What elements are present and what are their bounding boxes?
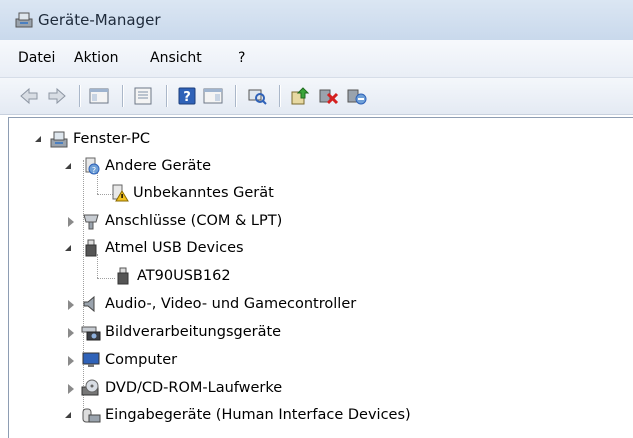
- menu-help[interactable]: ?: [236, 50, 247, 66]
- device-manager-icon: [15, 12, 33, 28]
- collapsed-arrow-icon[interactable]: [68, 217, 74, 227]
- toolbar-separator: [79, 85, 80, 107]
- title-bar: Geräte-Manager: [0, 0, 633, 40]
- scanner-camera-icon: [81, 326, 101, 341]
- tree-node-root[interactable]: Fenster-PC: [9, 128, 309, 152]
- tree-node-label: AT90USB162: [137, 268, 231, 284]
- tree-node-eingabe[interactable]: Eingabegeräte (Human Interface Devices): [9, 404, 449, 428]
- usb-device-icon: [85, 239, 97, 257]
- tree-node-unbekanntes-geraet[interactable]: Unbekanntes Gerät: [9, 182, 329, 206]
- speaker-icon: [83, 295, 95, 313]
- port-icon: [83, 214, 99, 230]
- collapsed-arrow-icon[interactable]: [68, 356, 74, 366]
- tree-node-label: Atmel USB Devices: [105, 240, 244, 256]
- tree-node-computer[interactable]: Computer: [9, 349, 309, 373]
- tree-node-label: Unbekanntes Gerät: [133, 185, 274, 201]
- window-title: Geräte-Manager: [38, 11, 161, 29]
- svg-text:?: ?: [183, 90, 191, 105]
- tree-node-label: Eingabegeräte (Human Interface Devices): [105, 407, 411, 423]
- tree-node-label: Andere Geräte: [105, 158, 212, 174]
- expand-arrow-icon[interactable]: [65, 245, 71, 251]
- toolbar-separator: [166, 85, 167, 107]
- collapsed-arrow-icon[interactable]: [68, 384, 74, 394]
- tree-node-at90usb162[interactable]: AT90USB162: [9, 265, 309, 289]
- update-driver-icon[interactable]: [289, 86, 311, 106]
- uninstall-icon[interactable]: [318, 86, 340, 106]
- forward-icon[interactable]: [46, 86, 68, 106]
- action-pane-icon[interactable]: [202, 86, 224, 106]
- tree-node-label: DVD/CD-ROM-Laufwerke: [105, 380, 283, 396]
- toolbar-separator: [122, 85, 123, 107]
- tree-node-dvd[interactable]: DVD/CD-ROM-Laufwerke: [9, 377, 349, 401]
- tree-node-label: Fenster-PC: [73, 131, 150, 147]
- toolbar: ?: [0, 78, 633, 115]
- menu-bar: Datei Aktion Ansicht ?: [0, 40, 633, 78]
- svg-text:?: ?: [92, 166, 96, 175]
- tree-node-label: Bildverarbeitungsgeräte: [105, 324, 282, 340]
- tree-node-atmel[interactable]: Atmel USB Devices: [9, 237, 309, 261]
- monitor-icon: [82, 352, 100, 367]
- tree-node-label: Computer: [105, 352, 178, 368]
- tree-node-label: Audio-, Video- und Gamecontroller: [105, 296, 357, 312]
- disable-icon[interactable]: [346, 86, 368, 106]
- menu-ansicht[interactable]: Ansicht: [148, 50, 204, 66]
- warning-device-icon: [112, 184, 129, 202]
- input-device-icon: [82, 408, 101, 423]
- show-hide-console-tree-icon[interactable]: [88, 86, 110, 106]
- tree-node-anschluesse[interactable]: Anschlüsse (COM & LPT): [9, 210, 349, 234]
- computer-icon: [50, 131, 68, 148]
- collapsed-arrow-icon[interactable]: [68, 328, 74, 338]
- tree-node-audio[interactable]: Audio-, Video- und Gamecontroller: [9, 293, 429, 317]
- expand-arrow-icon[interactable]: [65, 163, 71, 169]
- tree-node-bild[interactable]: Bildverarbeitungsgeräte: [9, 321, 349, 345]
- toolbar-separator: [279, 85, 280, 107]
- toolbar-separator: [235, 85, 236, 107]
- expand-arrow-icon[interactable]: [35, 136, 41, 142]
- collapsed-arrow-icon[interactable]: [68, 300, 74, 310]
- menu-aktion[interactable]: Aktion: [72, 50, 121, 66]
- usb-device-icon: [117, 267, 129, 285]
- disc-drive-icon: [81, 379, 99, 396]
- back-icon[interactable]: [18, 86, 40, 106]
- expand-arrow-icon[interactable]: [65, 412, 71, 418]
- tree-node-label: Anschlüsse (COM & LPT): [105, 213, 283, 229]
- tree-node-andere-geraete[interactable]: ? Andere Geräte: [9, 155, 309, 179]
- unknown-device-icon: ?: [85, 157, 100, 175]
- menu-datei[interactable]: Datei: [16, 50, 57, 66]
- device-tree: Fenster-PC ? Andere Geräte Unbekanntes G…: [8, 117, 633, 438]
- properties-icon[interactable]: [132, 86, 154, 106]
- help-icon[interactable]: ?: [176, 86, 198, 106]
- scan-hardware-icon[interactable]: [246, 86, 268, 106]
